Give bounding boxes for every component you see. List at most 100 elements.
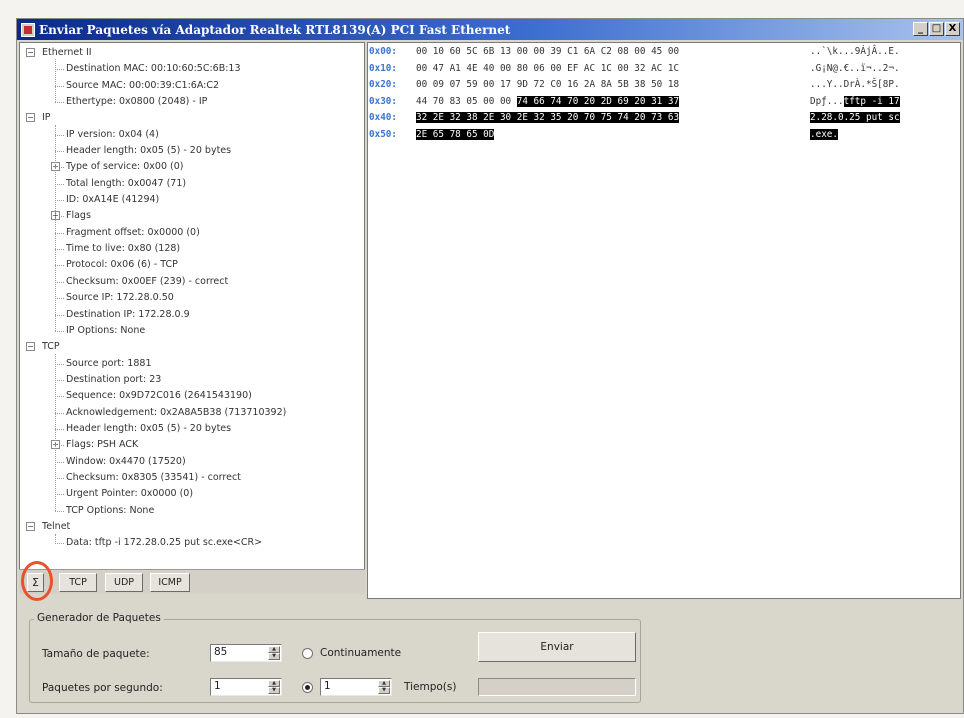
hex-offset: 0x30: xyxy=(369,95,397,107)
hex-dump: 0x00: 00 10 60 5C 6B 13 00 00 39 C1 6A C2… xyxy=(368,43,960,144)
packets-per-second-spinner[interactable]: 1 ▲ ▼ xyxy=(210,678,282,696)
udp-button[interactable]: UDP xyxy=(105,573,143,592)
packet-size-spinner[interactable]: 85 ▲ ▼ xyxy=(210,644,282,662)
send-button[interactable]: Enviar xyxy=(478,632,636,662)
tree-section[interactable]: − Ethernet II xyxy=(20,45,364,61)
tree-field[interactable]: Checksum: 0x00EF (239) - correct xyxy=(20,274,364,290)
tree-field[interactable]: Total length: 0x0047 (71) xyxy=(20,176,364,192)
spin-up-icon[interactable]: ▲ xyxy=(268,680,280,687)
collapse-icon[interactable]: − xyxy=(26,521,35,531)
hex-bytes[interactable]: 00 09 07 59 00 17 9D 72 C0 16 2A 8A 5B 3… xyxy=(416,77,679,94)
collapse-icon[interactable]: − xyxy=(26,342,35,352)
hex-ascii[interactable]: .exe. xyxy=(810,127,838,144)
tree-field[interactable]: Urgent Pointer: 0x0000 (0) xyxy=(20,486,364,502)
hex-bytes[interactable]: 00 47 A1 4E 40 00 80 06 00 EF AC 1C 00 3… xyxy=(416,61,679,78)
hex-ascii[interactable]: 2.28.0.25 put sc xyxy=(810,110,900,127)
tree-field[interactable]: TCP Options: None xyxy=(20,503,364,519)
tcp-button[interactable]: TCP xyxy=(59,573,97,592)
tree-connector xyxy=(55,59,56,103)
packet-tree-panel[interactable]: − Ethernet II Destination MAC: 00:10:60:5C… xyxy=(19,42,365,590)
tree-field[interactable]: Destination port: 23 xyxy=(20,372,364,388)
packets-per-second-label: Paquetes por segundo: xyxy=(42,682,163,694)
spin-down-icon[interactable]: ▼ xyxy=(268,653,280,660)
spin-down-icon[interactable]: ▼ xyxy=(378,687,390,694)
tree-label: Flags: PSH ACK xyxy=(66,439,139,451)
continuous-radio[interactable] xyxy=(302,648,313,659)
close-button[interactable]: X xyxy=(945,22,960,36)
tree-field[interactable]: IP version: 0x04 (4) xyxy=(20,127,364,143)
hex-row[interactable]: 0x50: 2E 65 78 65 0D .exe. xyxy=(368,127,960,144)
packet-tree: − Ethernet II Destination MAC: 00:10:60:5C… xyxy=(20,43,364,552)
tree-field[interactable]: Sequence: 0x9D72C016 (2641543190) xyxy=(20,388,364,404)
tree-label: TCP Options: None xyxy=(66,504,155,516)
tree-label: Ethertype: 0x0800 (2048) - IP xyxy=(66,96,208,108)
hex-ascii[interactable]: ...Y..DrÀ.*Š[8P. xyxy=(810,77,900,94)
tree-section[interactable]: − Telnet xyxy=(20,519,364,535)
tree-label: Ethernet II xyxy=(42,47,92,58)
tree-label: IP Options: None xyxy=(66,324,146,336)
tree-field[interactable]: Source port: 1881 xyxy=(20,356,364,372)
hex-bytes[interactable]: 32 2E 32 38 2E 30 2E 32 35 20 70 75 74 2… xyxy=(416,110,680,127)
hex-row[interactable]: 0x00: 00 10 60 5C 6B 13 00 00 39 C1 6A C2… xyxy=(368,44,960,61)
hex-dump-panel[interactable]: 0x00: 00 10 60 5C 6B 13 00 00 39 C1 6A C2… xyxy=(367,42,961,599)
hex-ascii[interactable]: ..`\k...9ÁjÂ..E. xyxy=(810,44,900,61)
ascii-selected: .exe. xyxy=(810,128,838,140)
tree-field[interactable]: Destination IP: 172.28.0.9 xyxy=(20,307,364,323)
tree-field[interactable]: Window: 0x4470 (17520) xyxy=(20,454,364,470)
hex-bytes[interactable]: 44 70 83 05 00 00 74 66 74 70 20 2D 69 2… xyxy=(416,94,680,111)
spin-up-icon[interactable]: ▲ xyxy=(378,680,390,687)
tree-field[interactable]: + Flags xyxy=(20,208,364,224)
spin-down-icon[interactable]: ▼ xyxy=(268,687,280,694)
tree-field[interactable]: Header length: 0x05 (5) - 20 bytes xyxy=(20,143,364,159)
tree-field[interactable]: + Type of service: 0x00 (0) xyxy=(20,159,364,175)
title-bar[interactable]: Enviar Paquetes vía Adaptador Realtek RT… xyxy=(17,19,963,40)
ascii-selected: tftp -i 17 xyxy=(843,95,900,107)
tree-label: IP xyxy=(42,112,51,124)
tree-field[interactable]: Header length: 0x05 (5) - 20 bytes xyxy=(20,421,364,437)
tree-field[interactable]: IP Options: None xyxy=(20,323,364,339)
hex-row[interactable]: 0x20: 00 09 07 59 00 17 9D 72 C0 16 2A 8A… xyxy=(368,77,960,94)
tree-field[interactable]: Acknowledgement: 0x2A8A5B38 (713710392) xyxy=(20,405,364,421)
tree-label: Sequence: 0x9D72C016 (2641543190) xyxy=(66,390,252,402)
hex-row[interactable]: 0x10: 00 47 A1 4E 40 00 80 06 00 EF AC 1C… xyxy=(368,61,960,78)
tree-field[interactable]: Ethertype: 0x0800 (2048) - IP xyxy=(20,94,364,110)
tree-label: Protocol: 0x06 (6) - TCP xyxy=(66,259,178,271)
time-spinner[interactable]: 1 ▲ ▼ xyxy=(320,678,392,696)
tree-label: Acknowledgement: 0x2A8A5B38 (713710392) xyxy=(66,406,287,418)
continuous-label: Continuamente xyxy=(320,647,402,659)
tree-field[interactable]: Protocol: 0x06 (6) - TCP xyxy=(20,257,364,273)
hex-ascii[interactable]: Dpƒ...tftp -i 17 xyxy=(810,94,900,111)
tree-field[interactable]: + Flags: PSH ACK xyxy=(20,437,364,453)
minimize-button[interactable]: _ xyxy=(913,22,928,36)
time-radio[interactable] xyxy=(302,682,313,693)
tree-label: Destination MAC: 00:10:60:5C:6B:13 xyxy=(66,63,241,75)
tree-field[interactable]: Source MAC: 00:00:39:C1:6A:C2 xyxy=(20,78,364,94)
tree-field[interactable]: Checksum: 0x8305 (33541) - correct xyxy=(20,470,364,486)
tree-label: Header length: 0x05 (5) - 20 bytes xyxy=(66,422,232,434)
hex-row[interactable]: 0x40: 32 2E 32 38 2E 30 2E 32 35 20 70 75… xyxy=(368,110,960,127)
spin-up-icon[interactable]: ▲ xyxy=(268,646,280,653)
tree-field[interactable]: ID: 0xA14E (41294) xyxy=(20,192,364,208)
time-remaining-field xyxy=(478,678,636,696)
hex-row[interactable]: 0x30: 44 70 83 05 00 00 74 66 74 70 20 2D… xyxy=(368,94,960,111)
maximize-button[interactable]: □ xyxy=(929,22,944,36)
tree-field[interactable]: Source IP: 172.28.0.50 xyxy=(20,290,364,306)
generator-title: Generador de Paquetes xyxy=(34,612,164,624)
hex-bytes[interactable]: 00 10 60 5C 6B 13 00 00 39 C1 6A C2 08 0… xyxy=(416,44,679,61)
tree-field[interactable]: Destination MAC: 00:10:60:5C:6B:13 xyxy=(20,61,364,77)
tree-label: Destination port: 23 xyxy=(66,373,162,385)
collapse-icon[interactable]: − xyxy=(26,113,35,123)
tree-section[interactable]: − IP xyxy=(20,110,364,126)
icmp-button[interactable]: ICMP xyxy=(150,573,190,592)
tree-field[interactable]: Data: tftp -i 172.28.0.25 put sc.exe<CR> xyxy=(20,535,364,551)
hex-bytes[interactable]: 2E 65 78 65 0D xyxy=(416,127,495,144)
tree-label: Source port: 1881 xyxy=(66,357,152,369)
tree-field[interactable]: Time to live: 0x80 (128) xyxy=(20,241,364,257)
collapse-icon[interactable]: − xyxy=(26,48,35,57)
tree-field[interactable]: Fragment offset: 0x0000 (0) xyxy=(20,225,364,241)
protocol-toolbar: Σ TCP UDP ICMP xyxy=(19,569,365,594)
hex-ascii[interactable]: .G¡N@.€..ï¬..2¬. xyxy=(810,61,900,78)
hex-bytes-selected: 2E 65 78 65 0D xyxy=(416,128,495,140)
ascii-plain: ...Y..DrÀ.*Š[8P. xyxy=(810,79,900,91)
tree-section[interactable]: − TCP xyxy=(20,339,364,355)
